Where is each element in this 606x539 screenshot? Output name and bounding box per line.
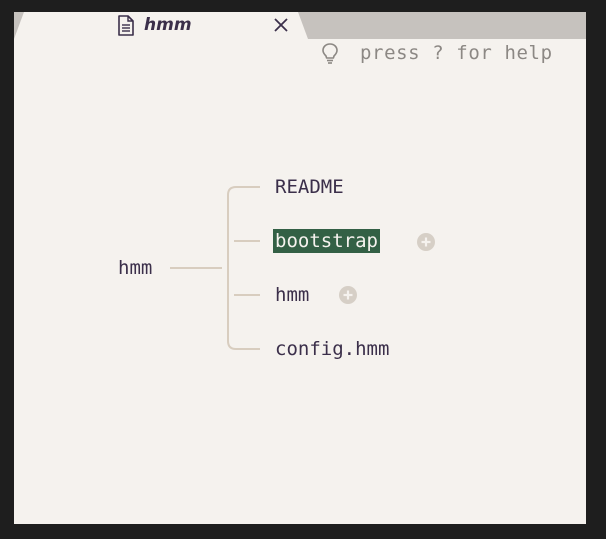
root-node[interactable]: hmm: [116, 256, 154, 280]
editor-window: hmm press ? for help hmm README bootstra…: [14, 12, 586, 524]
node-bootstrap[interactable]: bootstrap: [273, 229, 380, 253]
mind-map-connectors: [170, 186, 260, 350]
node-hmm[interactable]: hmm: [273, 283, 311, 307]
expand-plus-icon[interactable]: [339, 286, 357, 304]
node-config[interactable]: config.hmm: [273, 337, 391, 361]
node-readme[interactable]: README: [273, 175, 346, 199]
expand-plus-icon[interactable]: [417, 233, 435, 251]
branch-bracket-line: [227, 186, 260, 350]
